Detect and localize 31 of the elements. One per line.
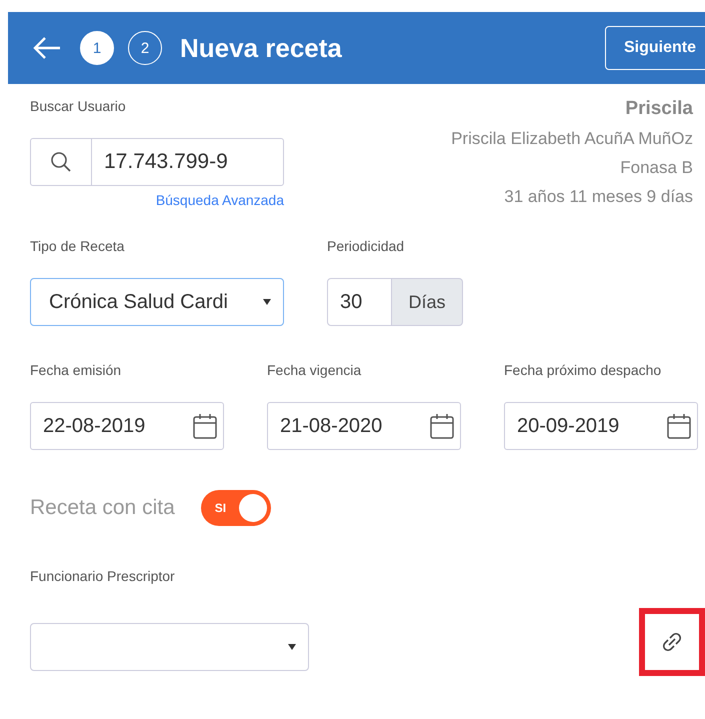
calendar-icon	[430, 413, 454, 439]
search-icon	[50, 151, 72, 173]
page-title: Nueva receta	[180, 32, 342, 64]
recipe-type-dropdown[interactable]: Crónica Salud Cardi	[30, 278, 284, 326]
toggle-label: Receta con cita	[30, 496, 175, 520]
field-label: Tipo de Receta	[30, 238, 126, 254]
calendar-icon	[667, 413, 691, 439]
patient-age: 31 años 11 meses 9 días	[504, 187, 693, 207]
periodicity-input[interactable]: 30	[327, 278, 392, 326]
patient-name: Priscila	[625, 98, 693, 120]
step-indicator: 1	[80, 31, 114, 65]
field-label: Periodicidad	[327, 238, 406, 254]
patient-insurance: Fonasa B	[620, 158, 693, 178]
date-field[interactable]: 22-08-2019	[30, 402, 224, 450]
calendar-icon	[193, 413, 217, 439]
search-field[interactable]: 17.743.799-9	[30, 138, 284, 186]
next-button[interactable]: Siguiente	[605, 26, 705, 70]
field-label: Buscar Usuario	[30, 98, 127, 114]
field-label: Fecha emisión	[30, 362, 122, 378]
date-field[interactable]: 20-09-2019	[504, 402, 698, 450]
field-label: Funcionario Prescriptor	[30, 568, 176, 584]
back-arrow-icon[interactable]	[32, 36, 62, 60]
caret-icon	[288, 644, 296, 650]
step-indicator: 2	[128, 31, 162, 65]
field-label: Fecha próximo despacho	[504, 362, 662, 378]
date-field[interactable]: 21-08-2020	[267, 402, 461, 450]
field-label: Fecha vigencia	[267, 362, 362, 378]
patient-full-name: Priscila Elizabeth AcuñA MuñOz	[451, 129, 693, 149]
caret-icon	[263, 299, 271, 305]
advanced-search-link[interactable]: Búsqueda Avanzada	[156, 192, 284, 208]
unit-addon: Días	[392, 278, 463, 326]
